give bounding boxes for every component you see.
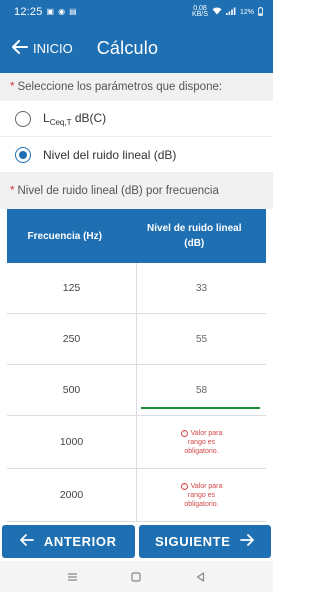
status-left: 12:25 ▣ ◉ ▤: [14, 6, 77, 18]
frequency-table: Frecuencia (Hz) Nivel de ruido lineal (d…: [7, 209, 266, 522]
network-speed-unit: KB/S: [192, 11, 208, 18]
back-button[interactable]: INICIO: [12, 40, 73, 57]
radio-dot: [19, 150, 27, 159]
freq-section-label: * Nivel de ruido lineal (dB) por frecuen…: [0, 173, 273, 209]
bottom-nav-buttons: ANTERIOR SIGUIENTE: [0, 525, 273, 561]
content-area[interactable]: * Seleccione los parámetros que dispone:…: [0, 73, 273, 525]
lceq-subscript: Ceq,T: [49, 117, 72, 127]
app-bar: INICIO Cálculo: [0, 24, 273, 73]
table-row: 125 33: [7, 263, 266, 314]
network-speed: 0,08 KB/S: [192, 5, 208, 18]
error-text-2: rango es: [187, 491, 216, 499]
error-icon: !: [180, 429, 188, 437]
arrow-left-icon: [19, 534, 34, 549]
header-frecuencia: Frecuencia (Hz): [27, 230, 102, 242]
arrow-right-icon: [240, 534, 255, 549]
table-row: 500 58: [7, 365, 266, 416]
radio-button-checked[interactable]: [15, 146, 31, 163]
table-row: 1000 ! Valor para rango es obligatorio.: [7, 416, 266, 469]
freq-cell: 500: [7, 365, 137, 415]
freq-cell: 2000: [7, 469, 137, 521]
radio-option-nivel-lineal-label: Nivel del ruido lineal (dB): [43, 147, 177, 162]
required-marker: *: [10, 185, 15, 197]
lceq-main: L: [43, 110, 50, 125]
error-text-3: obligatorio.: [184, 500, 219, 508]
params-section-label: * Seleccione los parámetros que dispone:: [0, 73, 273, 101]
arrow-left-icon: [12, 40, 28, 57]
wifi-icon: [212, 7, 222, 17]
previous-button[interactable]: ANTERIOR: [2, 525, 135, 558]
table-header: Frecuencia (Hz) Nivel de ruido lineal (d…: [7, 209, 266, 263]
radio-button-unchecked[interactable]: [15, 110, 31, 127]
error-icon: !: [180, 482, 188, 490]
notification-icon: ▣: [46, 7, 55, 16]
radio-option-nivel-lineal[interactable]: Nivel del ruido lineal (dB): [0, 137, 273, 173]
previous-button-label: ANTERIOR: [43, 534, 117, 549]
back-nav-icon[interactable]: [195, 571, 207, 583]
error-text-1: Valor para: [190, 482, 223, 490]
freq-cell: 125: [7, 263, 137, 313]
home-icon[interactable]: [130, 571, 142, 583]
system-navigation-bar: [0, 561, 273, 592]
freq-label-text: Nivel de ruido lineal (dB) por frecuenci…: [17, 185, 219, 197]
next-button-label: SIGUIENTE: [155, 534, 231, 549]
table-row: 2000 ! Valor para rango es obligatorio.: [7, 469, 266, 522]
error-text-1: Valor para: [190, 429, 223, 437]
recent-apps-icon[interactable]: [66, 571, 78, 583]
status-right: 0,08 KB/S 12%: [192, 5, 263, 18]
error-message-line1: ! Valor para: [180, 429, 223, 438]
value-input-error[interactable]: ! Valor para rango es obligatorio.: [137, 416, 266, 468]
back-button-label: INICIO: [33, 41, 73, 56]
value-input-error[interactable]: ! Valor para rango es obligatorio.: [137, 469, 266, 521]
radio-option-lceq[interactable]: LCeq,T dB(C): [0, 101, 273, 137]
freq-cell: 1000: [7, 416, 137, 468]
params-label-text: Seleccione los parámetros que dispone:: [17, 81, 223, 93]
error-text-2: rango es: [187, 438, 216, 446]
page-title: Cálculo: [96, 38, 159, 58]
radio-option-lceq-label: LCeq,T dB(C): [43, 111, 106, 127]
lceq-suffix: dB(C): [71, 110, 107, 125]
status-time: 12:25: [14, 6, 43, 18]
signal-icon: [225, 7, 236, 17]
value-input[interactable]: 33: [137, 263, 266, 313]
error-message-line1: ! Valor para: [180, 482, 223, 491]
required-marker: *: [10, 81, 15, 93]
next-button[interactable]: SIGUIENTE: [138, 525, 271, 558]
battery-icon: [258, 6, 263, 18]
record-icon: ◉: [58, 7, 66, 16]
status-bar: 12:25 ▣ ◉ ▤ 0,08 KB/S 12%: [0, 0, 273, 24]
value-input-focused[interactable]: 58: [137, 365, 266, 415]
freq-cell: 250: [7, 314, 137, 364]
battery-percent: 12%: [239, 8, 254, 16]
value-input[interactable]: 55: [137, 314, 266, 364]
save-icon: ▤: [69, 7, 77, 16]
error-text-3: obligatorio.: [184, 447, 219, 455]
table-row: 250 55: [7, 314, 266, 365]
header-nivel: Nivel de ruido lineal (dB): [147, 223, 242, 249]
